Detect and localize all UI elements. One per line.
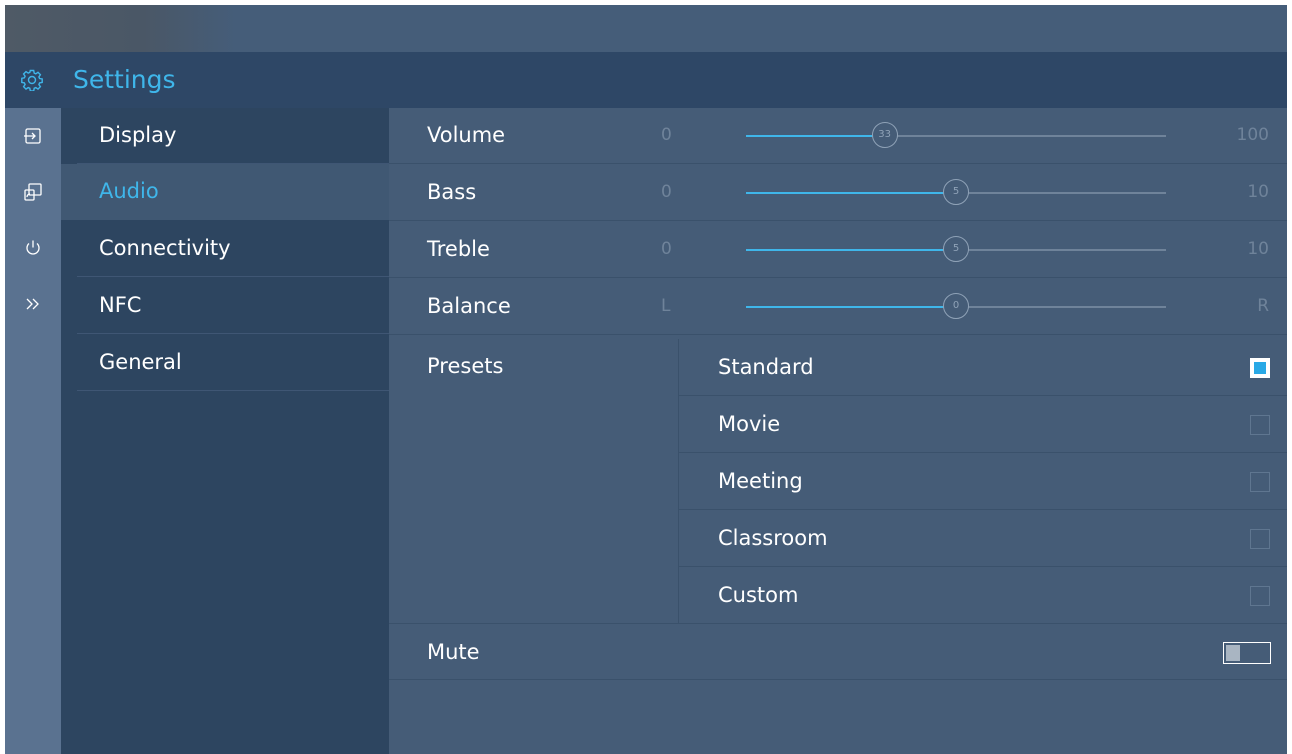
mute-row: Mute: [389, 624, 1287, 680]
title-bar: Settings: [5, 52, 1287, 108]
bass-max-label: 10: [1247, 182, 1269, 202]
category-label: Connectivity: [99, 236, 231, 260]
category-nfc[interactable]: NFC: [77, 278, 389, 334]
rail-button-power[interactable]: [5, 220, 61, 276]
volume-slider[interactable]: 33: [746, 122, 1166, 148]
preset-label: Movie: [718, 412, 781, 436]
page-title: Settings: [73, 65, 176, 94]
chevron-double-right-icon: [26, 298, 39, 310]
gear-icon: [21, 69, 43, 92]
volume-max-label: 100: [1236, 125, 1269, 145]
bass-label: Bass: [427, 180, 477, 204]
preset-standard[interactable]: Standard: [679, 339, 1287, 396]
preset-checkbox[interactable]: [1250, 529, 1270, 549]
category-audio[interactable]: Audio: [61, 164, 389, 220]
mute-toggle[interactable]: [1223, 642, 1271, 664]
slider-handle[interactable]: 5: [943, 236, 969, 262]
category-list: Display Audio Connectivity NFC General: [61, 108, 389, 754]
audio-settings-panel: Volume 0 33 100 Bass 0 5 10 Treble 0 5 1…: [389, 108, 1287, 754]
balance-row: Balance L 0 R: [389, 279, 1287, 335]
balance-label: Balance: [427, 294, 511, 318]
balance-min-label: L: [661, 296, 671, 316]
power-icon: [26, 240, 40, 255]
preset-checkbox[interactable]: [1250, 415, 1270, 435]
rail-button-mirror[interactable]: [5, 164, 61, 220]
volume-min-label: 0: [661, 125, 672, 145]
preset-checkbox[interactable]: [1250, 586, 1270, 606]
treble-label: Treble: [427, 237, 490, 261]
slider-handle[interactable]: 0: [943, 293, 969, 319]
toggle-thumb: [1226, 645, 1240, 661]
preset-custom[interactable]: Custom: [679, 567, 1287, 624]
preset-classroom[interactable]: Classroom: [679, 510, 1287, 567]
slider-handle[interactable]: 33: [871, 122, 898, 148]
volume-row: Volume 0 33 100: [389, 108, 1287, 164]
screen-mirror-icon: [24, 183, 42, 201]
bass-min-label: 0: [661, 182, 672, 202]
category-label: Display: [99, 123, 177, 147]
category-general[interactable]: General: [77, 335, 389, 391]
mute-label: Mute: [427, 640, 480, 664]
top-bar: [5, 5, 1287, 52]
balance-slider[interactable]: 0: [746, 293, 1166, 319]
category-display[interactable]: Display: [77, 108, 389, 164]
settings-app: Settings Display Audio Connectivity NFC …: [5, 5, 1287, 754]
treble-max-label: 10: [1247, 239, 1269, 259]
preset-checkbox[interactable]: [1250, 472, 1270, 492]
treble-row: Treble 0 5 10: [389, 222, 1287, 278]
treble-slider[interactable]: 5: [746, 236, 1166, 262]
input-source-icon: [24, 128, 41, 144]
preset-meeting[interactable]: Meeting: [679, 453, 1287, 510]
preset-movie[interactable]: Movie: [679, 396, 1287, 453]
category-label: Audio: [99, 179, 159, 203]
preset-label: Standard: [718, 355, 814, 379]
category-label: General: [99, 350, 182, 374]
bass-slider[interactable]: 5: [746, 179, 1166, 205]
slider-fill: [746, 135, 885, 137]
rail-button-expand[interactable]: [5, 276, 61, 332]
presets-label: Presets: [427, 354, 504, 378]
rail-button-input[interactable]: [5, 108, 61, 164]
bass-row: Bass 0 5 10: [389, 165, 1287, 221]
slider-handle[interactable]: 5: [943, 179, 969, 205]
icon-rail: [5, 108, 61, 754]
volume-label: Volume: [427, 123, 506, 147]
slider-fill: [746, 249, 956, 251]
slider-fill: [746, 192, 956, 194]
preset-label: Custom: [718, 583, 799, 607]
category-connectivity[interactable]: Connectivity: [77, 221, 389, 277]
top-bar-blur: [5, 5, 235, 52]
presets-group: Presets Standard Movie Meeting Classroom…: [389, 339, 1287, 624]
slider-fill: [746, 306, 956, 308]
treble-min-label: 0: [661, 239, 672, 259]
preset-label: Classroom: [718, 526, 828, 550]
category-label: NFC: [99, 293, 142, 317]
preset-label: Meeting: [718, 469, 803, 493]
balance-max-label: R: [1257, 296, 1269, 316]
preset-checkbox[interactable]: [1250, 358, 1270, 378]
